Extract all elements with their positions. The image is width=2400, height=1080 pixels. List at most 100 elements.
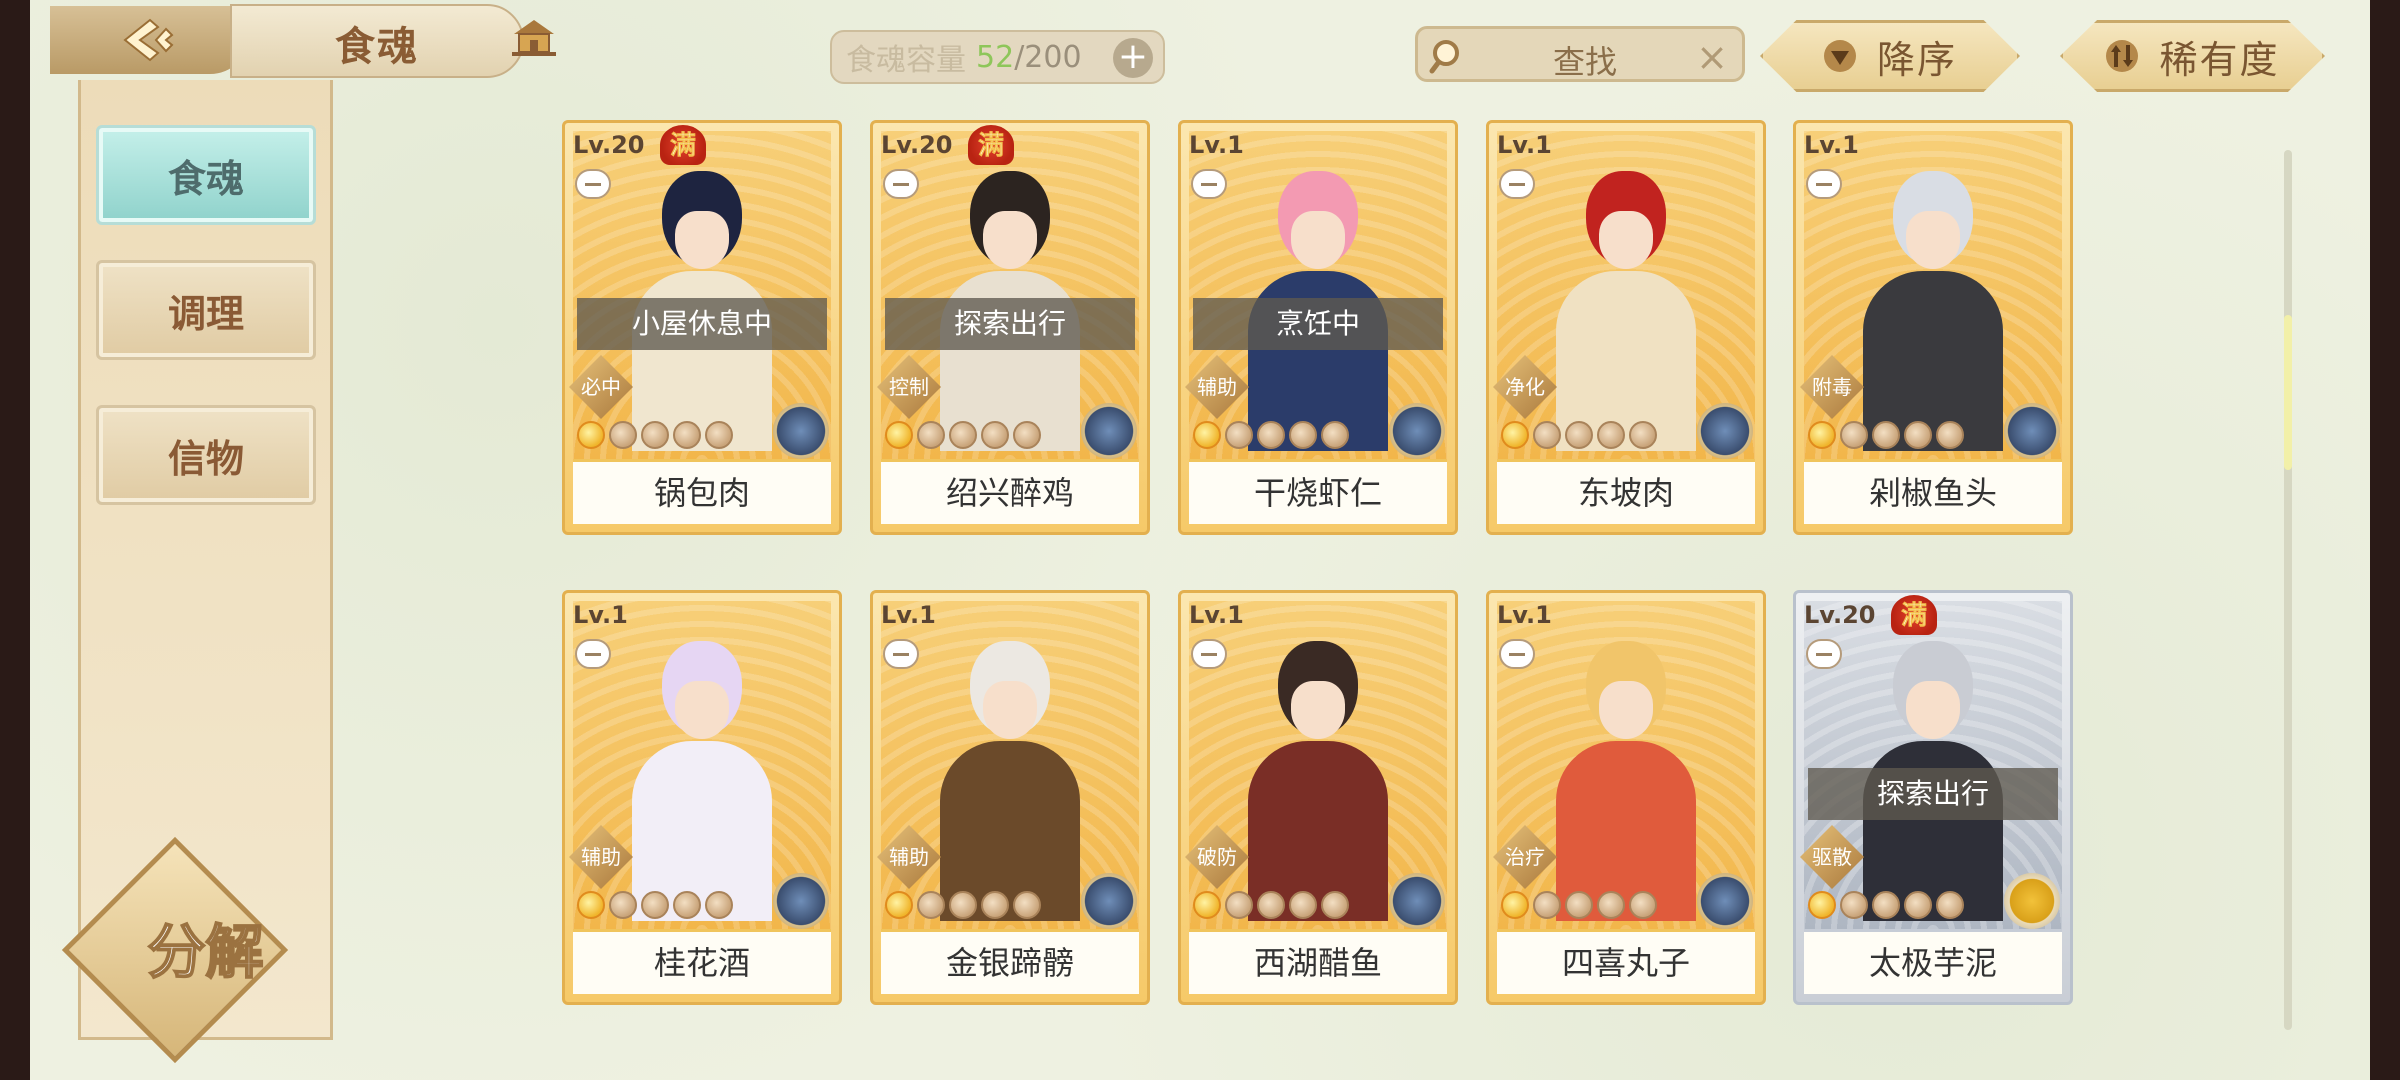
food-soul-card[interactable]: Lv.1 辅助 金银蹄髈 [870, 590, 1150, 1005]
star-icon [1225, 421, 1253, 449]
lock-icon[interactable] [1806, 169, 1842, 199]
lock-icon[interactable] [1806, 639, 1842, 669]
figure-face [1291, 211, 1345, 269]
star-icon [1629, 421, 1657, 449]
status-banner: 小屋休息中 [577, 298, 827, 350]
home-icon[interactable] [510, 18, 558, 58]
star-rating [1808, 421, 1964, 449]
star-icon [641, 421, 669, 449]
level-label: Lv.1 [1189, 131, 1244, 159]
tab-food-souls[interactable]: 食魂 [96, 125, 316, 225]
back-button[interactable] [50, 6, 250, 74]
food-soul-name: 绍兴醉鸡 [881, 459, 1139, 524]
tab-tokens[interactable]: 信物 [96, 405, 316, 505]
star-icon [1225, 891, 1253, 919]
element-icon [1081, 403, 1137, 459]
level-label: Lv.1 [1189, 601, 1244, 629]
lock-icon[interactable] [883, 169, 919, 199]
lock-icon[interactable] [883, 639, 919, 669]
star-icon [1533, 421, 1561, 449]
figure-face [1291, 681, 1345, 739]
star-icon [1840, 891, 1868, 919]
star-icon [1013, 421, 1041, 449]
star-icon [885, 421, 913, 449]
star-icon [1565, 421, 1593, 449]
scrollbar[interactable] [2284, 150, 2292, 1030]
food-soul-card[interactable]: Lv.20 满 小屋休息中 必中 锅包肉 [562, 120, 842, 535]
back-arrow-icon [123, 18, 174, 62]
capacity-label: 食魂容量 [846, 43, 966, 78]
star-icon [1808, 891, 1836, 919]
lock-icon[interactable] [575, 169, 611, 199]
star-rating [577, 421, 733, 449]
capacity-add-button[interactable]: + [1113, 38, 1153, 78]
star-icon [1904, 891, 1932, 919]
food-soul-card[interactable]: Lv.1 附毒 剁椒鱼头 [1793, 120, 2073, 535]
food-soul-card[interactable]: Lv.1 治疗 四喜丸子 [1486, 590, 1766, 1005]
food-soul-name: 锅包肉 [573, 459, 831, 524]
sort-order-button[interactable]: 降序 [1760, 20, 2020, 92]
search-clear-button[interactable]: × [1696, 35, 1728, 79]
star-icon [577, 421, 605, 449]
lock-icon[interactable] [1499, 169, 1535, 199]
capacity-display: 食魂容量 52 /200 + [830, 30, 1165, 84]
food-soul-name: 太极芋泥 [1804, 929, 2062, 994]
character-figure [935, 641, 1085, 921]
star-icon [705, 421, 733, 449]
food-soul-name: 四喜丸子 [1497, 929, 1755, 994]
level-label: Lv.1 [1497, 131, 1552, 159]
element-icon [1389, 873, 1445, 929]
top-bar: 食魂 食魂容量 52 /200 + 查找 × 降序 稀有度 [30, 0, 2370, 92]
scrollbar-thumb[interactable] [2284, 315, 2292, 470]
food-soul-card[interactable]: Lv.1 净化 东坡肉 [1486, 120, 1766, 535]
star-icon [917, 421, 945, 449]
star-icon [1193, 421, 1221, 449]
lock-icon[interactable] [575, 639, 611, 669]
max-badge: 满 [968, 125, 1014, 165]
star-rating [1193, 421, 1349, 449]
capacity-max: /200 [1014, 39, 1082, 75]
character-figure [1858, 171, 2008, 451]
status-banner: 探索出行 [1808, 768, 2058, 820]
food-soul-card[interactable]: Lv.1 辅助 桂花酒 [562, 590, 842, 1005]
character-figure [627, 641, 777, 921]
page-title: 食魂 [335, 23, 419, 70]
food-soul-card[interactable]: Lv.20 满 探索出行 控制 绍兴醉鸡 [870, 120, 1150, 535]
food-soul-name: 金银蹄髈 [881, 929, 1139, 994]
figure-face [675, 211, 729, 269]
food-soul-card[interactable]: Lv.20 满 探索出行 驱散 太极芋泥 [1793, 590, 2073, 1005]
status-banner: 烹饪中 [1193, 298, 1443, 350]
sort-by-label: 稀有度 [2159, 37, 2280, 82]
food-soul-card[interactable]: Lv.1 烹饪中 辅助 干烧虾仁 [1178, 120, 1458, 535]
lock-icon[interactable] [1191, 639, 1227, 669]
star-icon [609, 421, 637, 449]
decompose-label[interactable]: 分解 [78, 905, 333, 989]
star-icon [1872, 421, 1900, 449]
sort-by-button[interactable]: 稀有度 [2060, 20, 2325, 92]
search-placeholder: 查找 [1552, 43, 1617, 81]
star-icon [1533, 891, 1561, 919]
star-icon [641, 891, 669, 919]
element-icon [1697, 403, 1753, 459]
lock-icon[interactable] [1499, 639, 1535, 669]
star-icon [917, 891, 945, 919]
star-icon [609, 891, 637, 919]
food-soul-card[interactable]: Lv.1 破防 西湖醋鱼 [1178, 590, 1458, 1005]
tab-conditioning[interactable]: 调理 [96, 260, 316, 360]
element-icon [773, 403, 829, 459]
search-field[interactable]: 查找 × [1415, 26, 1745, 82]
star-icon [1936, 421, 1964, 449]
figure-face [1906, 211, 1960, 269]
star-icon [1565, 891, 1593, 919]
star-rating [885, 891, 1041, 919]
star-icon [1501, 421, 1529, 449]
element-icon [1081, 873, 1137, 929]
star-icon [1257, 421, 1285, 449]
lock-icon[interactable] [1191, 169, 1227, 199]
level-label: Lv.1 [881, 601, 936, 629]
star-icon [949, 421, 977, 449]
element-icon [1697, 873, 1753, 929]
star-icon [1872, 891, 1900, 919]
star-icon [1808, 421, 1836, 449]
star-icon [705, 891, 733, 919]
